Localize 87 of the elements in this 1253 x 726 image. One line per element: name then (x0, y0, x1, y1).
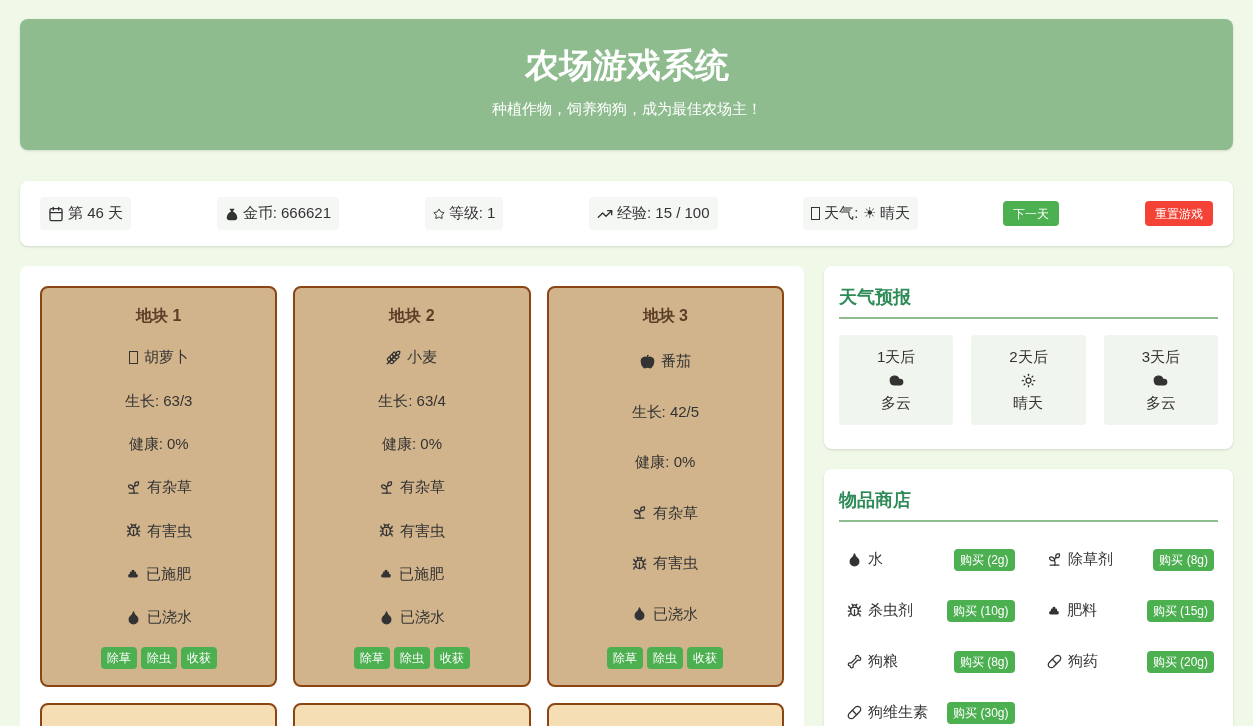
forecast-weather: 多云 (881, 392, 912, 413)
status-text: 已浇水 (400, 607, 445, 628)
droplet-icon (379, 609, 394, 625)
plot-action-button[interactable]: 除虫 (394, 647, 430, 669)
buy-button[interactable]: 购买 (8g) (1153, 548, 1214, 571)
next-day-button[interactable]: 下一天 (1003, 201, 1060, 226)
buy-button[interactable]: 购买 (30g) (947, 701, 1015, 724)
forecast-day: 3天后 (1141, 346, 1180, 369)
fruit-icon (639, 353, 655, 369)
sprout-icon (379, 480, 394, 495)
buy-button[interactable]: 购买 (10g) (947, 599, 1015, 622)
calendar-icon (48, 205, 64, 222)
page-title: 农场游戏系统 (524, 48, 729, 83)
money-bag-icon (224, 206, 239, 221)
stat-text: 天气: ☀ 晴天 (824, 203, 910, 224)
crop-name: 小麦 (407, 347, 438, 368)
sun-icon (1021, 372, 1036, 388)
status-text: 有杂草 (653, 502, 699, 523)
status-text: 有杂草 (146, 477, 192, 498)
status-text: 已施肥 (399, 563, 445, 584)
droplet-icon (125, 609, 141, 625)
plot-title: 地块 2 (389, 306, 435, 326)
missing-glyph-icon (811, 207, 821, 220)
reset-button[interactable]: 重置游戏 (1144, 201, 1213, 226)
item-name: 水 (868, 549, 883, 570)
stat-text: 第 46 天 (68, 203, 124, 224)
item-name: 狗粮 (868, 651, 898, 672)
plot-action-button[interactable]: 除草 (100, 647, 137, 669)
item-name: 肥料 (1066, 600, 1097, 621)
missing-glyph-icon (128, 351, 138, 365)
status-text: 有害虫 (400, 520, 445, 541)
plot-action-button[interactable]: 收获 (180, 647, 217, 669)
bone-icon (847, 654, 862, 669)
plot-action-button[interactable]: 除虫 (647, 647, 684, 669)
status-text: 已浇水 (653, 603, 699, 624)
plot-action-button[interactable]: 收获 (434, 647, 470, 669)
forecast-day: 2天后 (1009, 346, 1048, 369)
stat-text: 金币: 666621 (242, 203, 332, 224)
buy-button[interactable]: 购买 (2g) (953, 548, 1015, 571)
wheat-icon (386, 350, 402, 366)
forecast-weather: 多云 (1145, 392, 1176, 413)
plot-action-button[interactable]: 除草 (354, 647, 390, 669)
status-text: 已施肥 (146, 563, 192, 584)
item-name: 狗维生素 (868, 702, 928, 723)
crop-name: 番茄 (660, 351, 691, 371)
item-name: 狗药 (1067, 651, 1098, 672)
plot-action-button[interactable]: 除草 (607, 647, 644, 669)
plot-action-button[interactable]: 收获 (687, 647, 724, 669)
cloud-icon (888, 372, 904, 388)
page-subtitle: 种植作物，饲养狗狗，成为最佳农场主！ (491, 99, 762, 120)
health-text: 健康: 0% (635, 452, 696, 472)
section-title: 物品商店 (839, 487, 1218, 522)
bug-icon (847, 603, 862, 618)
bug-icon (125, 523, 141, 539)
cloud-icon (1153, 372, 1169, 388)
plot-title: 地块 1 (136, 306, 182, 326)
status-text: 有害虫 (653, 553, 699, 573)
buy-button[interactable]: 购买 (15g) (1146, 599, 1214, 622)
item-name: 杀虫剂 (868, 600, 913, 621)
plot-title: 地块 3 (642, 306, 688, 326)
growth-text: 生长: 63/4 (378, 390, 446, 411)
health-text: 健康: 0% (382, 433, 442, 454)
status-text: 有害虫 (146, 520, 192, 541)
bug-icon (632, 555, 648, 571)
sprout-icon (125, 480, 141, 495)
health-text: 健康: 0% (128, 433, 189, 454)
pill-icon (847, 705, 862, 720)
growth-text: 生长: 42/5 (631, 401, 700, 422)
status-text: 已浇水 (146, 607, 192, 628)
growth-text: 生长: 63/3 (124, 390, 193, 411)
forecast-day: 1天后 (877, 346, 916, 369)
plot-action-button[interactable]: 除虫 (140, 647, 177, 669)
status-text: 有杂草 (400, 477, 445, 498)
section-title: 天气预报 (839, 284, 1218, 319)
crop-name: 胡萝卜 (143, 347, 189, 368)
droplet-icon (847, 552, 862, 567)
sprout-icon (1046, 552, 1062, 567)
item-name: 除草剂 (1067, 549, 1113, 570)
pill-icon (1046, 654, 1062, 669)
stat-text: 经验: 15 / 100 (617, 203, 710, 224)
buy-button[interactable]: 购买 (8g) (953, 650, 1015, 673)
stat-text: 等级: 1 (448, 203, 496, 224)
buy-button[interactable]: 购买 (20g) (1146, 650, 1214, 673)
star-icon (432, 207, 445, 220)
forecast-weather: 晴天 (1013, 392, 1044, 413)
bug-icon (379, 523, 394, 539)
sprout-icon (632, 505, 648, 521)
